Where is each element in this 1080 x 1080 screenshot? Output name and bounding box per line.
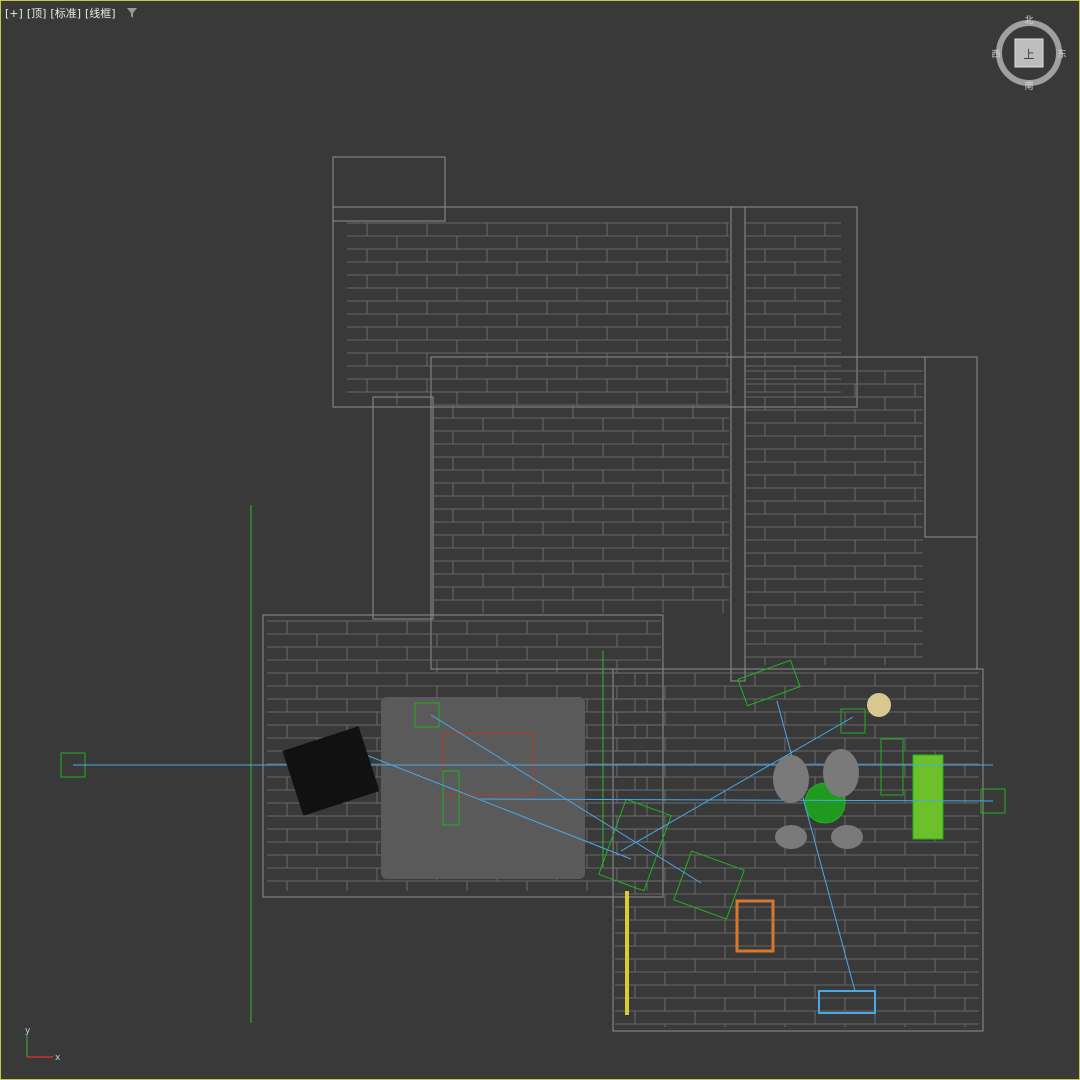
viewcube-east[interactable]: 东	[1055, 47, 1069, 60]
floorplan-wireframe-scene[interactable]	[1, 1, 1080, 1080]
floor-planks	[267, 222, 979, 1027]
viewport-plus-menu[interactable]: [+]	[5, 7, 23, 20]
axis-gizmo: y x	[17, 1023, 61, 1063]
armchair	[282, 726, 380, 816]
viewport-shading-menu[interactable]: [标准]	[50, 5, 81, 21]
funnel-icon[interactable]	[126, 7, 138, 19]
perspective-viewport-top[interactable]: [+] [顶] [标准] [线框] 上 北 南 东 西 y x	[0, 0, 1080, 1080]
viewcube-south[interactable]: 南	[1022, 79, 1036, 92]
wall-accent	[625, 891, 629, 1015]
viewcube-north[interactable]: 北	[1022, 13, 1036, 26]
axis-x-label: x	[55, 1053, 61, 1063]
viewport-display-menu[interactable]: [线框]	[85, 5, 116, 21]
blue-console	[818, 990, 876, 1014]
axis-y-label: y	[25, 1026, 31, 1036]
viewcube[interactable]: 上 北 南 东 西	[989, 13, 1069, 92]
viewcube-west[interactable]: 西	[989, 47, 1003, 60]
viewport-label-menu: [+] [顶] [标准] [线框]	[5, 5, 138, 21]
viewcube-face-top[interactable]: 上	[1022, 46, 1036, 62]
round-ottoman	[867, 693, 891, 717]
area-rug	[381, 697, 585, 879]
viewport-view-menu[interactable]: [顶]	[27, 5, 47, 21]
